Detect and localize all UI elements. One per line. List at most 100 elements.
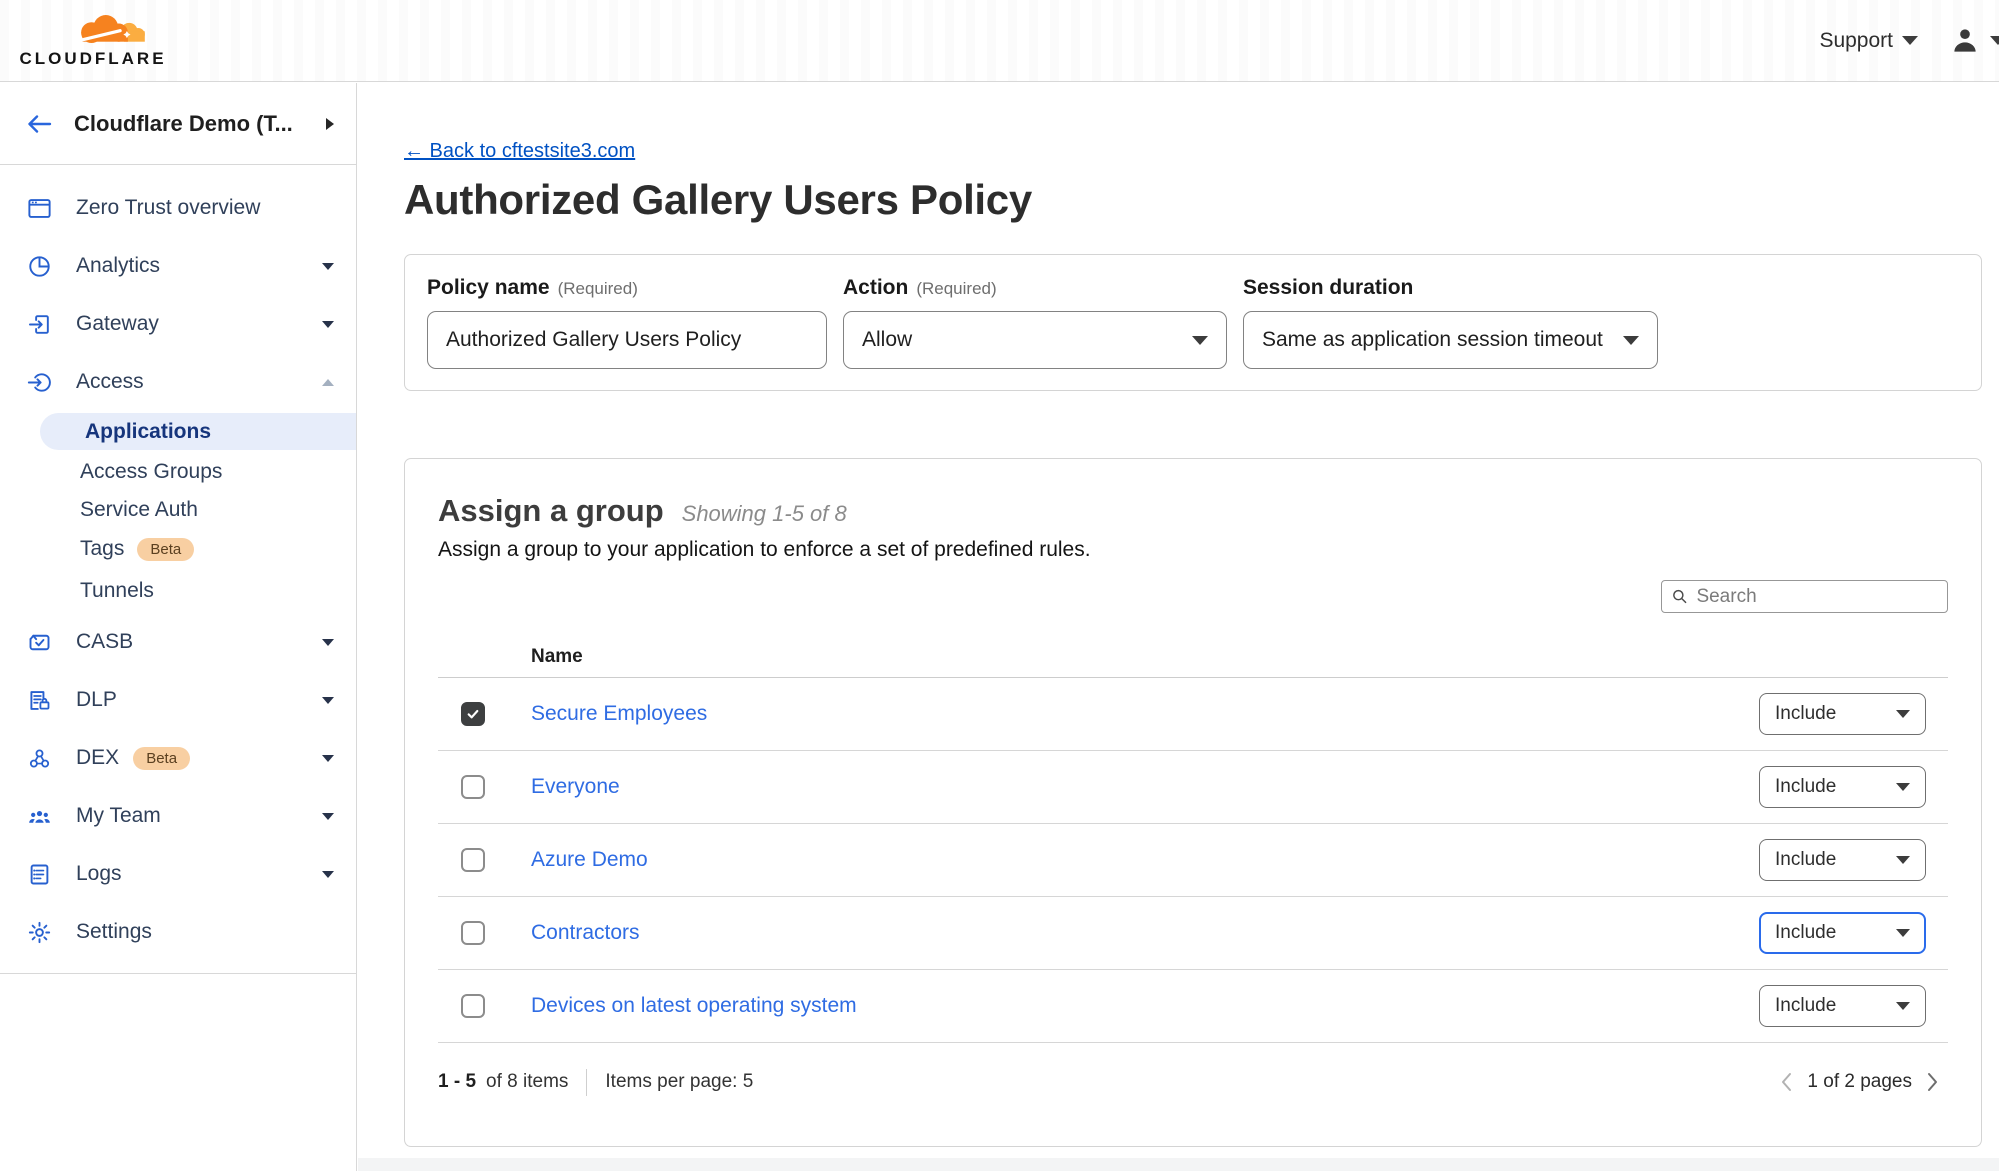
- sidebar-subitem-label: Tags: [80, 537, 124, 561]
- page-title: Authorized Gallery Users Policy: [404, 176, 1999, 224]
- session-duration-label: Session duration: [1243, 276, 1413, 300]
- groups-table: Name Secure Employees Include: [438, 636, 1948, 1104]
- policy-name-input[interactable]: [427, 311, 827, 369]
- chevron-down-icon: [1623, 336, 1639, 345]
- include-select[interactable]: Include: [1759, 693, 1926, 735]
- include-select[interactable]: Include: [1759, 839, 1926, 881]
- dex-icon: [26, 745, 53, 772]
- chevron-down-icon: [1896, 929, 1910, 937]
- sidebar-subitem-tags[interactable]: Tags Beta: [0, 529, 356, 569]
- sidebar: Cloudflare Demo (T... Zero Trust overvie…: [0, 83, 357, 1171]
- account-switcher[interactable]: Cloudflare Demo (T...: [0, 83, 356, 165]
- column-header-name: Name: [531, 646, 583, 668]
- action-label: Action: [843, 276, 908, 300]
- table-header-row: Name: [438, 636, 1948, 678]
- group-name-link[interactable]: Everyone: [531, 775, 620, 798]
- chevron-down-icon[interactable]: [322, 813, 334, 820]
- sidebar-item-dlp[interactable]: DLP: [0, 671, 356, 729]
- support-menu[interactable]: Support: [1819, 29, 1918, 53]
- include-select[interactable]: Include: [1759, 912, 1926, 954]
- beta-badge: Beta: [137, 538, 194, 561]
- sidebar-item-dex[interactable]: DEX Beta: [0, 729, 356, 787]
- casb-icon: [26, 629, 53, 656]
- chevron-right-icon[interactable]: [326, 118, 334, 130]
- policy-name-field: Policy name (Required): [427, 276, 827, 369]
- row-checkbox[interactable]: [461, 775, 485, 799]
- cloudflare-logo[interactable]: CLOUDFLARE: [18, 12, 168, 69]
- page-indicator: 1 of 2 pages: [1807, 1071, 1912, 1093]
- table-row: Secure Employees Include: [438, 678, 1948, 751]
- session-duration-select[interactable]: Same as application session timeout: [1243, 311, 1658, 369]
- search-input[interactable]: [1696, 586, 1937, 608]
- chevron-down-icon[interactable]: [322, 639, 334, 646]
- sidebar-item-settings[interactable]: Settings: [0, 903, 356, 961]
- group-name-link[interactable]: Devices on latest operating system: [531, 994, 857, 1017]
- include-select-value: Include: [1775, 995, 1836, 1017]
- checkmark-icon: [465, 706, 481, 722]
- next-page-button[interactable]: [1927, 1072, 1939, 1092]
- assign-group-card: Assign a group Showing 1-5 of 8 Assign a…: [404, 458, 1982, 1147]
- sidebar-item-casb[interactable]: CASB: [0, 613, 356, 671]
- required-hint: (Required): [916, 279, 996, 299]
- access-icon: [26, 369, 53, 396]
- items-range: 1 - 5: [438, 1071, 476, 1093]
- include-select-value: Include: [1775, 776, 1836, 798]
- chevron-down-icon[interactable]: [322, 871, 334, 878]
- chevron-down-icon[interactable]: [322, 697, 334, 704]
- search-icon: [1672, 588, 1687, 605]
- account-name: Cloudflare Demo (T...: [74, 111, 326, 137]
- table-row: Azure Demo Include: [438, 824, 1948, 897]
- chevron-down-icon[interactable]: [322, 321, 334, 328]
- include-select[interactable]: Include: [1759, 985, 1926, 1027]
- group-name-link[interactable]: Contractors: [531, 921, 640, 944]
- back-link[interactable]: ← Back to cftestsite3.com: [404, 140, 635, 163]
- sidebar-subitem-service-auth[interactable]: Service Auth: [0, 491, 356, 529]
- sidebar-item-logs[interactable]: Logs: [0, 845, 356, 903]
- back-arrow-icon[interactable]: [26, 113, 52, 135]
- beta-badge: Beta: [133, 747, 190, 770]
- include-select[interactable]: Include: [1759, 766, 1926, 808]
- sidebar-subitem-label: Applications: [85, 420, 211, 444]
- group-name-link[interactable]: Azure Demo: [531, 848, 648, 871]
- include-select-value: Include: [1775, 922, 1836, 944]
- policy-name-label: Policy name: [427, 276, 550, 300]
- chevron-down-icon[interactable]: [322, 755, 334, 762]
- user-menu[interactable]: [1948, 24, 1999, 58]
- row-checkbox[interactable]: [461, 994, 485, 1018]
- include-select-value: Include: [1775, 703, 1836, 725]
- required-hint: (Required): [558, 279, 638, 299]
- team-icon: [26, 803, 53, 830]
- row-checkbox[interactable]: [461, 921, 485, 945]
- sidebar-item-analytics[interactable]: Analytics: [0, 237, 356, 295]
- cloudflare-cloud-icon: [72, 12, 150, 48]
- sidebar-item-my-team[interactable]: My Team: [0, 787, 356, 845]
- session-duration-value: Same as application session timeout: [1262, 328, 1603, 352]
- sidebar-divider: [0, 973, 356, 974]
- row-checkbox[interactable]: [461, 702, 485, 726]
- group-name-link[interactable]: Secure Employees: [531, 702, 707, 725]
- sidebar-item-access[interactable]: Access: [0, 353, 356, 411]
- items-per-page: Items per page: 5: [605, 1071, 753, 1093]
- sidebar-item-label: CASB: [76, 630, 322, 654]
- analytics-icon: [26, 253, 53, 280]
- sidebar-subitem-access-groups[interactable]: Access Groups: [0, 453, 356, 491]
- sidebar-item-label: Access: [76, 370, 322, 394]
- prev-page-button[interactable]: [1780, 1072, 1792, 1092]
- sidebar-item-gateway[interactable]: Gateway: [0, 295, 356, 353]
- chevron-up-icon[interactable]: [322, 379, 334, 386]
- sidebar-subitem-applications[interactable]: Applications: [40, 413, 356, 450]
- sidebar-subitem-tunnels[interactable]: Tunnels: [0, 569, 356, 613]
- sidebar-item-zero-trust-overview[interactable]: Zero Trust overview: [0, 179, 356, 237]
- row-checkbox[interactable]: [461, 848, 485, 872]
- action-select[interactable]: Allow: [843, 311, 1227, 369]
- sidebar-subitem-label: Tunnels: [80, 579, 154, 603]
- sidebar-item-text: DEX: [76, 746, 119, 770]
- chevron-down-icon: [1896, 710, 1910, 718]
- divider: [586, 1069, 587, 1096]
- session-duration-field: Session duration Same as application ses…: [1243, 276, 1658, 369]
- chevron-right-icon: [1927, 1072, 1939, 1092]
- section-title: Assign a group: [438, 493, 664, 529]
- action-select-value: Allow: [862, 328, 912, 352]
- chevron-down-icon[interactable]: [322, 263, 334, 270]
- search-box[interactable]: [1661, 580, 1948, 613]
